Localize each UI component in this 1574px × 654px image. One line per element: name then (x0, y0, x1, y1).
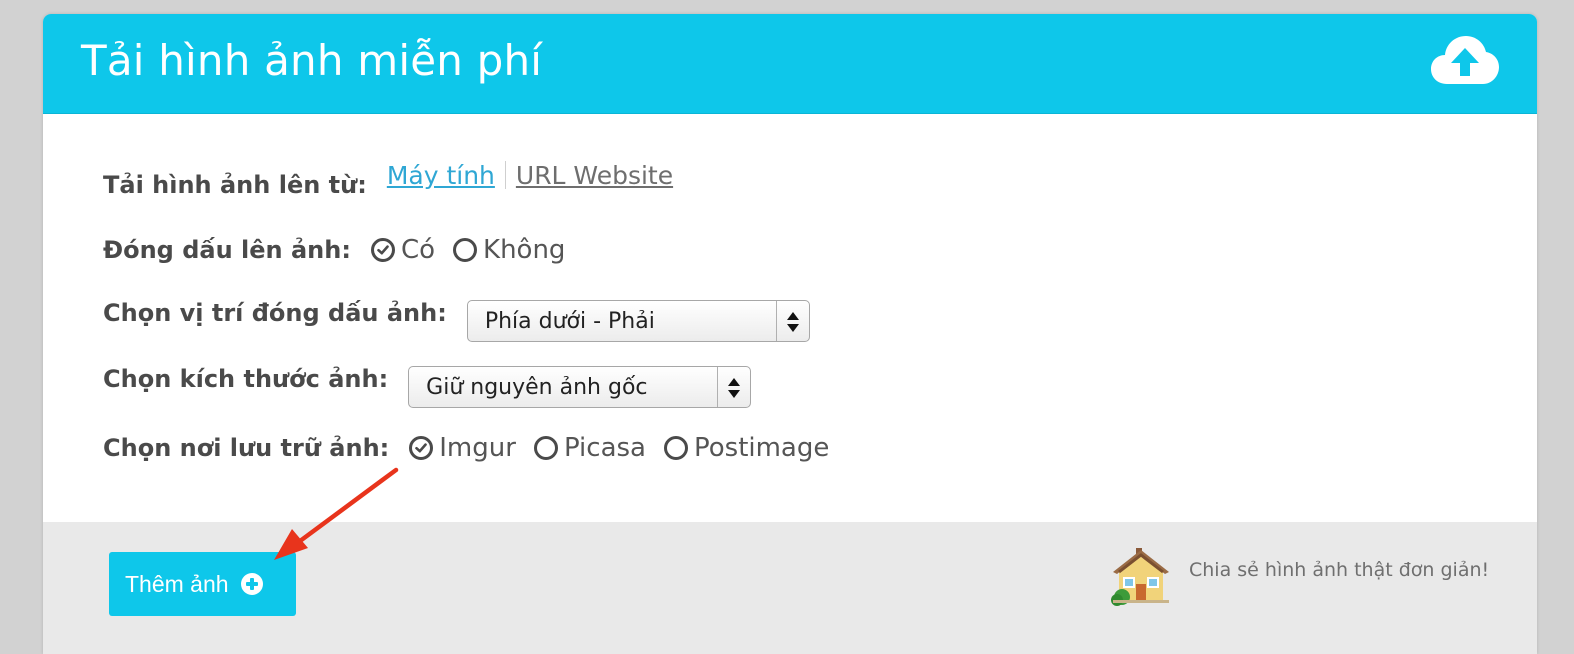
storage-row: Chọn nơi lưu trữ ảnh: Imgur Picasa Posti… (103, 426, 847, 470)
position-label: Chọn vị trí đóng dấu ảnh: (103, 299, 447, 327)
radio-unchecked-icon[interactable] (453, 238, 478, 262)
storage-label: Chọn nơi lưu trữ ảnh: (103, 434, 390, 462)
watermark-yes-option[interactable]: Có (370, 235, 436, 265)
storage-picasa-label: Picasa (563, 433, 646, 463)
size-row: Chọn kích thước ảnh: Giữ nguyên ảnh gốc (103, 361, 752, 408)
watermark-row: Đóng dấu lên ảnh: Có Không (103, 228, 583, 272)
size-select[interactable]: Giữ nguyên ảnh gốc (408, 366, 752, 408)
radio-unchecked-icon[interactable] (663, 436, 688, 460)
select-arrows-icon (728, 378, 741, 398)
add-image-button[interactable]: Thêm ảnh (109, 552, 296, 616)
upload-form: Tải hình ảnh lên từ: Máy tính URL Websit… (43, 114, 1537, 522)
select-arrows-icon (786, 312, 799, 332)
upload-panel: Tải hình ảnh miễn phí Tải hình ảnh lên t… (43, 14, 1537, 654)
watermark-yes-label: Có (400, 235, 436, 265)
position-select-value: Phía dưới - Phải (484, 309, 655, 334)
source-url-link[interactable]: URL Website (516, 161, 673, 190)
panel-header: Tải hình ảnh miễn phí (43, 14, 1537, 114)
add-image-label: Thêm ảnh (125, 570, 229, 597)
position-select[interactable]: Phía dưới - Phải (466, 300, 810, 342)
radio-checked-icon[interactable] (409, 436, 434, 460)
select-divider (775, 301, 777, 341)
house-icon (1111, 548, 1169, 606)
source-computer-link[interactable]: Máy tính (387, 161, 495, 190)
position-row: Chọn vị trí đóng dấu ảnh: Phía dưới - Ph… (103, 295, 810, 342)
source-label: Tải hình ảnh lên từ: (103, 171, 367, 199)
storage-postimage-option[interactable]: Postimage (663, 433, 830, 463)
watermark-no-option[interactable]: Không (453, 235, 565, 265)
source-row: Tải hình ảnh lên từ: Máy tính URL Websit… (103, 161, 673, 207)
cloud-upload-icon[interactable] (1431, 34, 1499, 86)
page-title: Tải hình ảnh miễn phí (81, 36, 543, 85)
plus-circle-icon (240, 573, 263, 595)
radio-unchecked-icon[interactable] (533, 436, 558, 460)
select-divider (717, 367, 719, 407)
watermark-no-label: Không (483, 235, 566, 265)
watermark-label: Đóng dấu lên ảnh: (103, 236, 351, 264)
radio-checked-icon[interactable] (370, 238, 395, 262)
panel-footer: Thêm ảnh Chia sẻ hình ảnh thật đơn giản! (43, 522, 1537, 654)
storage-imgur-option[interactable]: Imgur (409, 433, 516, 463)
size-label: Chọn kích thước ảnh: (103, 365, 389, 393)
size-select-value: Giữ nguyên ảnh gốc (426, 375, 648, 400)
footer-tagline: Chia sẻ hình ảnh thật đơn giản! (1189, 559, 1490, 581)
source-separator (504, 161, 506, 189)
storage-postimage-label: Postimage (693, 433, 830, 463)
storage-imgur-label: Imgur (439, 433, 516, 463)
storage-picasa-option[interactable]: Picasa (533, 433, 646, 463)
